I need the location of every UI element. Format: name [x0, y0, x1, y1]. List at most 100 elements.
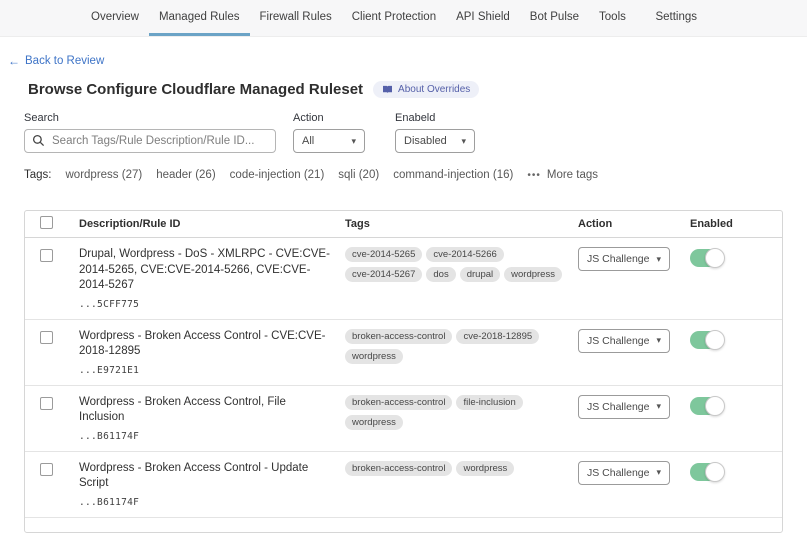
enabled-filter-value: Disabled — [404, 135, 447, 147]
rule-id: ...B61174F — [79, 497, 345, 508]
enabled-toggle[interactable] — [690, 249, 724, 267]
row-checkbox[interactable] — [40, 249, 53, 262]
nav-tab-tools[interactable]: Tools — [589, 0, 636, 36]
rule-description: Drupal, Wordpress - DoS - XMLRPC - CVE:C… — [79, 247, 331, 294]
nav-tab-label: API Shield — [456, 11, 510, 23]
rule-id: ...5CFF775 — [79, 299, 345, 310]
chevron-down-icon: ▾ — [351, 137, 356, 146]
header-checkbox-cell — [25, 216, 79, 232]
toggle-knob — [705, 462, 725, 482]
rule-enabled-cell — [690, 329, 782, 376]
action-select[interactable]: JS Challenge ▾ — [578, 461, 670, 485]
action-filter-label: Action — [293, 112, 365, 124]
nav-tab-label: Managed Rules — [159, 11, 240, 23]
table-row: Wordpress - Broken Access Control - CVE:… — [25, 320, 782, 386]
tag-pill: dos — [426, 267, 455, 282]
enabled-toggle[interactable] — [690, 331, 724, 349]
back-link-label: Back to Review — [25, 55, 104, 67]
filter-bar: Search Action All ▾ Enabeld Disabled ▾ — [24, 112, 807, 153]
nav-tab-settings[interactable]: Settings — [645, 0, 707, 36]
filter-tag[interactable]: wordpress (27) — [66, 169, 143, 181]
rule-enabled-cell — [690, 395, 782, 442]
toggle-knob — [705, 396, 725, 416]
enabled-filter-label: Enabeld — [395, 112, 475, 124]
table-row-partial — [25, 518, 782, 532]
action-select[interactable]: JS Challenge ▾ — [578, 329, 670, 353]
search-icon — [32, 134, 45, 147]
row-checkbox-cell — [25, 461, 79, 508]
nav-tab-api-shield[interactable]: API Shield — [446, 0, 520, 36]
page-head: Browse Configure Cloudflare Managed Rule… — [28, 81, 807, 98]
nav-tab-firewall-rules[interactable]: Firewall Rules — [250, 0, 342, 36]
rule-action-cell: JS Challenge ▾ — [578, 329, 690, 376]
chevron-down-icon: ▾ — [656, 255, 661, 264]
rule-tags-cell: broken-access-control file-inclusion wordp… — [345, 395, 578, 442]
nav-tab-client-protection[interactable]: Client Protection — [342, 0, 446, 36]
tag-pill: wordpress — [504, 267, 562, 282]
search-input[interactable] — [24, 129, 276, 153]
tag-pill: broken-access-control — [345, 395, 452, 410]
rule-enabled-cell — [690, 461, 782, 508]
about-overrides-badge[interactable]: About Overrides — [373, 81, 479, 98]
tag-pill: cve-2018-12895 — [456, 329, 539, 344]
back-to-review-link[interactable]: ← Back to Review — [0, 37, 104, 68]
header-description: Description/Rule ID — [79, 218, 345, 230]
row-checkbox[interactable] — [40, 463, 53, 476]
action-select-value: JS Challenge — [587, 401, 649, 413]
nav-tab-label: Overview — [91, 11, 139, 23]
top-nav: Overview Managed Rules Firewall Rules Cl… — [0, 0, 807, 37]
header-enabled: Enabled — [690, 218, 782, 230]
tags-bar-label: Tags: — [24, 169, 52, 181]
filter-tag[interactable]: header (26) — [156, 169, 215, 181]
chevron-down-icon: ▾ — [656, 402, 661, 411]
rule-id: ...B61174F — [79, 431, 345, 442]
rule-enabled-cell — [690, 247, 782, 310]
filter-tag[interactable]: code-injection (21) — [230, 169, 325, 181]
tag-pill: file-inclusion — [456, 395, 522, 410]
tag-pill: wordpress — [345, 415, 403, 430]
table-row: Wordpress - Broken Access Control, File … — [25, 386, 782, 452]
rule-description-cell: Wordpress - Broken Access Control, File … — [79, 395, 345, 442]
rule-id: ...E9721E1 — [79, 365, 345, 376]
nav-tab-overview[interactable]: Overview — [81, 0, 149, 36]
rule-description: Wordpress - Broken Access Control - CVE:… — [79, 329, 331, 360]
action-select-value: JS Challenge — [587, 335, 649, 347]
row-checkbox[interactable] — [40, 397, 53, 410]
enabled-filter-select[interactable]: Disabled ▾ — [395, 129, 475, 153]
action-filter-block: Action All ▾ — [293, 112, 365, 153]
action-select[interactable]: JS Challenge ▾ — [578, 247, 670, 271]
rule-action-cell: JS Challenge ▾ — [578, 395, 690, 442]
header-action: Action — [578, 218, 690, 230]
enabled-toggle[interactable] — [690, 463, 724, 481]
select-all-checkbox[interactable] — [40, 216, 53, 229]
tag-pill: wordpress — [345, 349, 403, 364]
filter-tag[interactable]: sqli (20) — [338, 169, 379, 181]
rules-table: Description/Rule ID Tags Action Enabled … — [24, 210, 783, 533]
filter-tag[interactable]: command-injection (16) — [393, 169, 513, 181]
action-select-value: JS Challenge — [587, 253, 649, 265]
row-checkbox[interactable] — [40, 331, 53, 344]
nav-tab-label: Bot Pulse — [530, 11, 579, 23]
action-select-value: JS Challenge — [587, 467, 649, 479]
more-tags-label: More tags — [547, 169, 598, 181]
action-select[interactable]: JS Challenge ▾ — [578, 395, 670, 419]
more-tags-link[interactable]: ••• More tags — [527, 169, 598, 181]
row-checkbox-cell — [25, 329, 79, 376]
nav-tabs: Overview Managed Rules Firewall Rules Cl… — [81, 0, 636, 36]
nav-tab-managed-rules[interactable]: Managed Rules — [149, 0, 250, 36]
chevron-down-icon: ▾ — [656, 468, 661, 477]
rule-description: Wordpress - Broken Access Control, File … — [79, 395, 331, 426]
table-body: Drupal, Wordpress - DoS - XMLRPC - CVE:C… — [25, 238, 782, 518]
nav-tab-label: Client Protection — [352, 11, 436, 23]
ellipsis-icon: ••• — [527, 170, 541, 181]
toggle-knob — [705, 330, 725, 350]
tag-pill: broken-access-control — [345, 329, 452, 344]
rule-action-cell: JS Challenge ▾ — [578, 461, 690, 508]
action-filter-select[interactable]: All ▾ — [293, 129, 365, 153]
back-arrow-icon: ← — [8, 54, 20, 68]
rule-tags-cell: cve-2014-5265cve-2014-5266cve-2014-5267d… — [345, 247, 578, 310]
nav-tab-bot-pulse[interactable]: Bot Pulse — [520, 0, 589, 36]
table-header: Description/Rule ID Tags Action Enabled — [25, 211, 782, 238]
page-title: Browse Configure Cloudflare Managed Rule… — [28, 81, 363, 98]
enabled-toggle[interactable] — [690, 397, 724, 415]
